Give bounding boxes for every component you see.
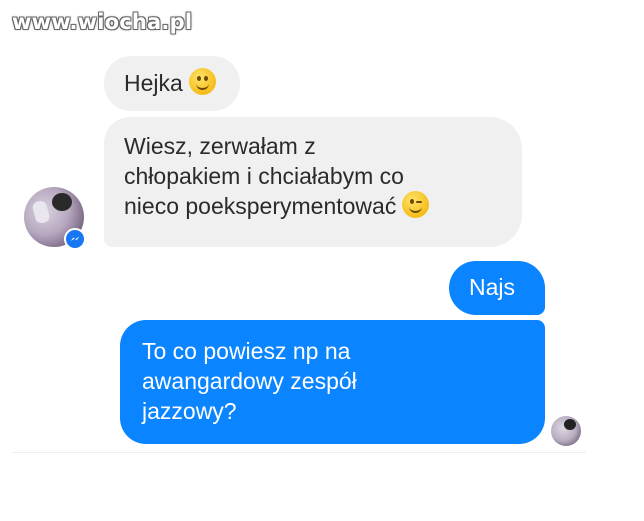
winking-face-icon — [402, 191, 430, 218]
incoming-message-bubble[interactable]: Hejka — [104, 56, 240, 111]
smiling-face-icon — [188, 68, 216, 95]
message-line: To co powiesz np na — [142, 338, 351, 364]
message-line: nieco poeksperymentować — [124, 193, 397, 219]
divider — [12, 452, 586, 453]
message-line: awangardowy zespół — [142, 368, 357, 394]
message-line: chłopakiem i chciałabym co — [124, 163, 404, 189]
outgoing-message-bubble[interactable]: Najs — [449, 261, 545, 315]
message-text: Hejka — [124, 70, 183, 96]
site-watermark: www.wiocha.pl — [12, 10, 193, 34]
seen-receipt-avatar — [551, 416, 581, 446]
message-text: Najs — [469, 274, 516, 300]
incoming-message-bubble[interactable]: Wiesz, zerwałam z chłopakiem i chciałabym… — [104, 117, 522, 247]
outgoing-message-bubble[interactable]: To co powiesz np na awangardowy zespół jaz… — [120, 320, 545, 444]
messenger-icon — [64, 228, 86, 250]
message-line: jazzowy? — [142, 398, 237, 424]
message-line: Wiesz, zerwałam z — [124, 133, 316, 159]
